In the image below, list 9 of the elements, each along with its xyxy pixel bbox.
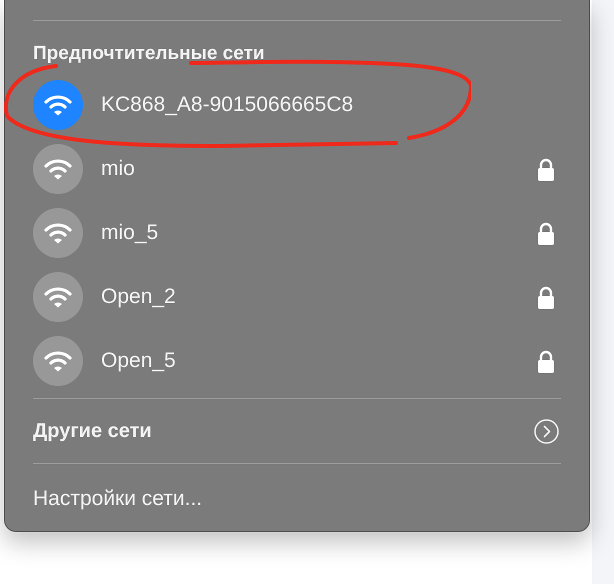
network-item[interactable]: KC868_A8-9015066665C8 xyxy=(33,73,561,137)
network-item[interactable]: Open_2 xyxy=(33,265,561,329)
network-settings-item[interactable]: Настройки сети... xyxy=(33,484,202,514)
chevron-circle-icon xyxy=(534,418,559,444)
other-networks-item[interactable]: Другие сети xyxy=(33,399,561,463)
network-item[interactable]: mio_5 xyxy=(33,201,561,265)
network-item[interactable]: Open_5 xyxy=(33,329,561,393)
network-item[interactable]: mio xyxy=(33,137,561,201)
section-heading: Предпочтительные сети xyxy=(33,42,265,66)
